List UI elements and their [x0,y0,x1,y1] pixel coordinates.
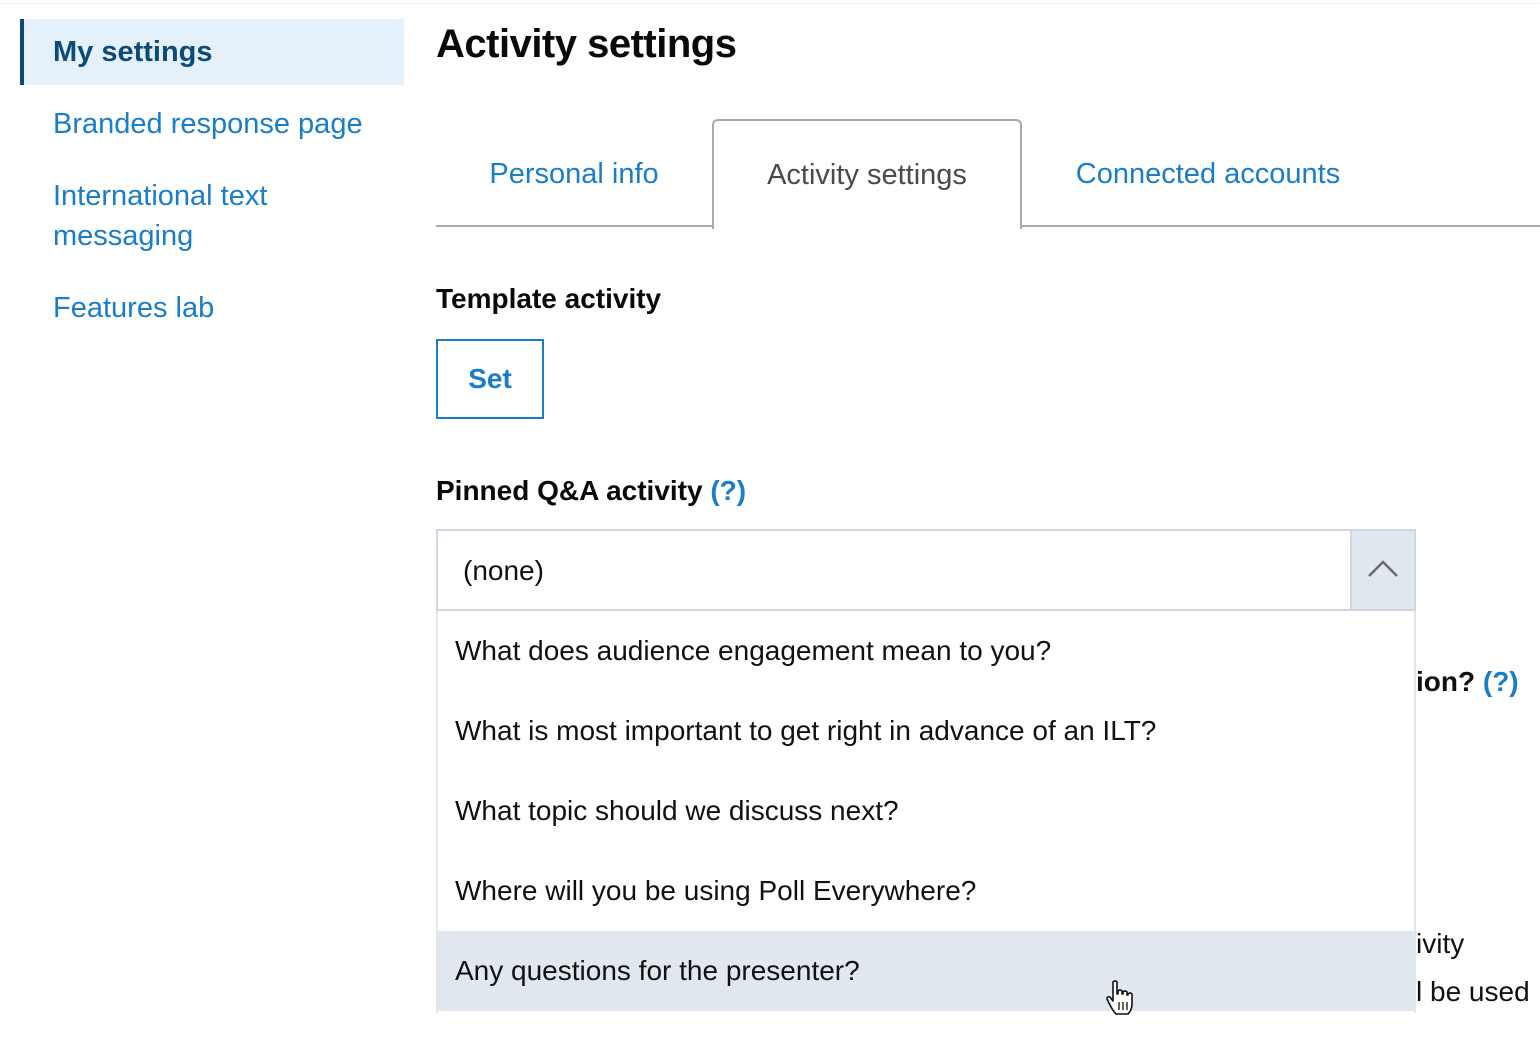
tab-bar: Personal info Activity settings Connecte… [436,119,1540,229]
pinned-qa-dropdown-list: What does audience engagement mean to yo… [436,611,1416,1013]
dropdown-option[interactable]: What does audience engagement mean to yo… [438,611,1414,691]
tab-activity-settings[interactable]: Activity settings [712,119,1022,229]
pinned-qa-label-text: Pinned Q&A activity [436,475,703,506]
set-template-button[interactable]: Set [436,339,544,419]
hand-pointer-cursor-icon [1106,980,1133,1015]
tab-connected-accounts[interactable]: Connected accounts [1022,119,1394,227]
pinned-qa-help-link[interactable]: (?) [710,475,746,506]
obscured-setting-label: ion? (?) [1416,666,1519,698]
sidebar-item-branded-response-page[interactable]: Branded response page [20,104,404,144]
pinned-qa-select[interactable]: (none) [436,529,1416,611]
chevron-up-icon [1368,560,1398,577]
sidebar-item-international-text-messaging[interactable]: International text messaging [20,176,320,256]
template-activity-label: Template activity [436,283,662,314]
obscured-text-line: l be used [1416,976,1530,1007]
select-toggle-button[interactable] [1350,531,1414,609]
obscured-text-line: ivity [1416,928,1465,959]
dropdown-option[interactable]: Where will you be using Poll Everywhere? [438,851,1414,931]
obscured-label-text: ion? [1416,666,1476,697]
sidebar-item-my-settings[interactable]: My settings [20,19,404,85]
main-content: Activity settings Personal info Activity… [436,0,1540,1059]
sidebar-item-features-lab[interactable]: Features lab [20,288,404,328]
select-value: (none) [463,555,544,586]
dropdown-option[interactable]: What is most important to get right in a… [438,691,1414,771]
dropdown-option-hovered[interactable]: Any questions for the presenter? [438,931,1414,1011]
sidebar: My settings Branded response page Intern… [20,19,404,328]
tab-personal-info[interactable]: Personal info [436,119,712,227]
dropdown-option[interactable]: What topic should we discuss next? [438,771,1414,851]
obscured-help-link[interactable]: (?) [1483,666,1519,697]
pinned-qa-label: Pinned Q&A activity (?) [436,475,746,507]
page-title: Activity settings [436,22,737,66]
